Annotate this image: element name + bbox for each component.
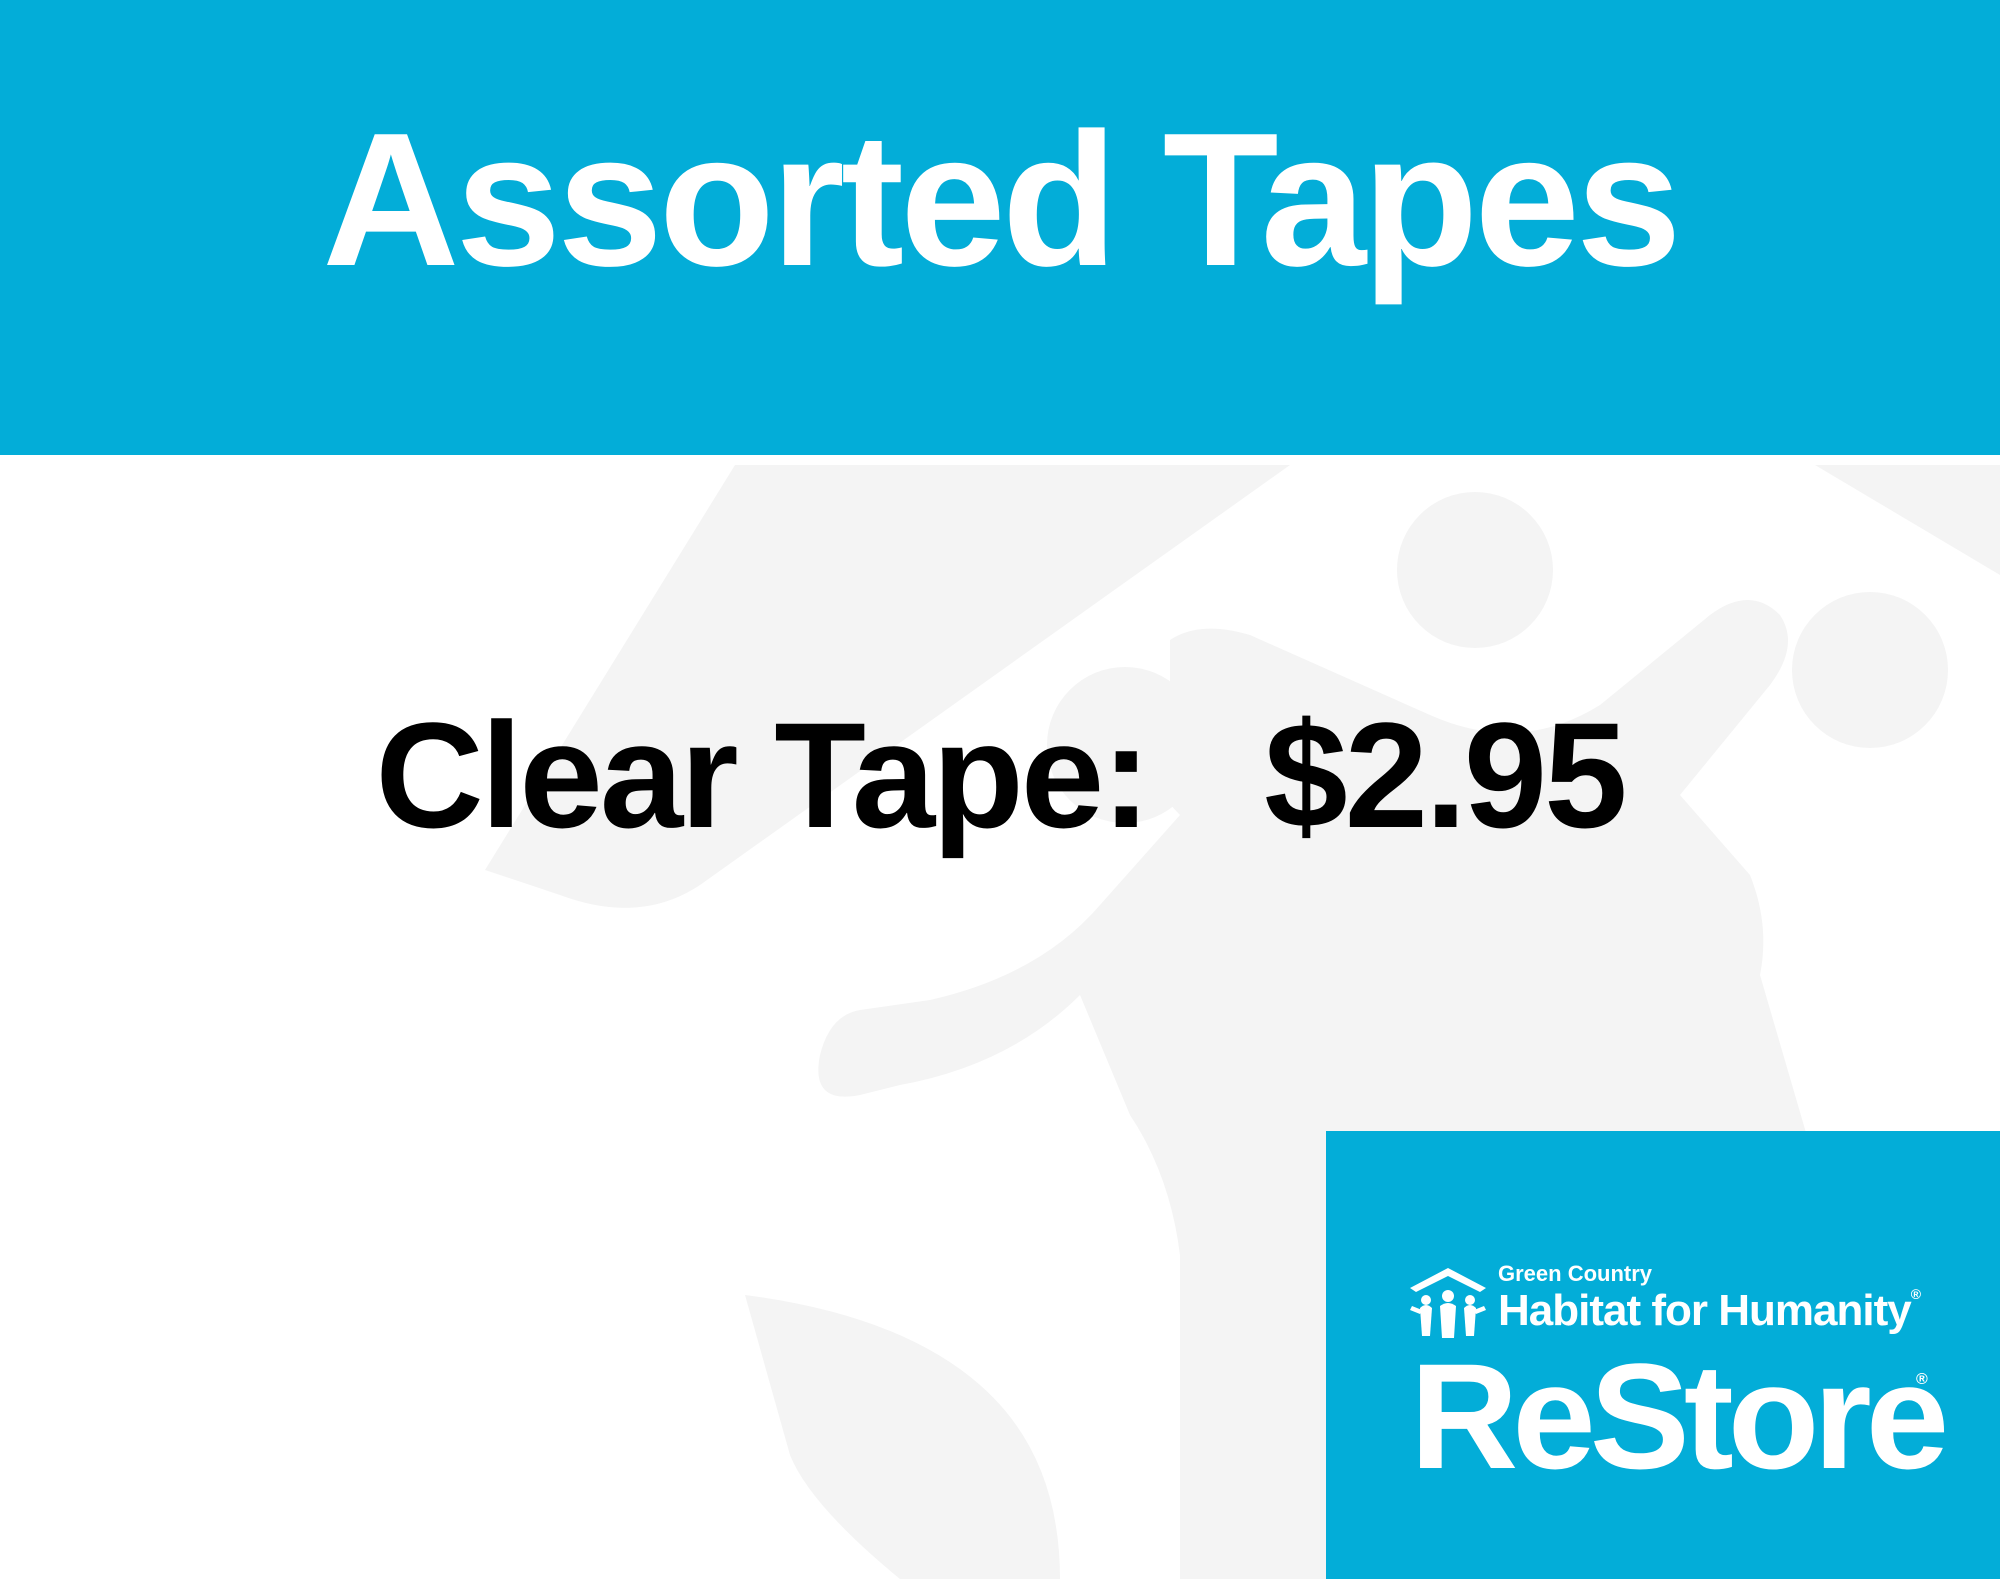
logo-region: Green Country bbox=[1498, 1261, 1653, 1286]
header-banner: Assorted Tapes bbox=[0, 0, 2000, 455]
logo-org-text: Habitat for Humanity bbox=[1498, 1286, 1912, 1335]
logo-brand: ReStore bbox=[1410, 1332, 1949, 1500]
price-line: Clear Tape: $2.95 bbox=[0, 700, 2000, 850]
page-title: Assorted Tapes bbox=[322, 94, 1681, 306]
restore-logo: Green Country Habitat for Humanity® ReSt… bbox=[1326, 1131, 2000, 1579]
registered-mark: ® bbox=[1916, 1371, 1928, 1388]
item-label: Clear Tape: bbox=[375, 691, 1151, 859]
logo-org: Habitat for Humanity® bbox=[1498, 1286, 1921, 1335]
habitat-house-people-icon bbox=[1410, 1268, 1486, 1338]
item-price: $2.95 bbox=[1264, 691, 1627, 859]
